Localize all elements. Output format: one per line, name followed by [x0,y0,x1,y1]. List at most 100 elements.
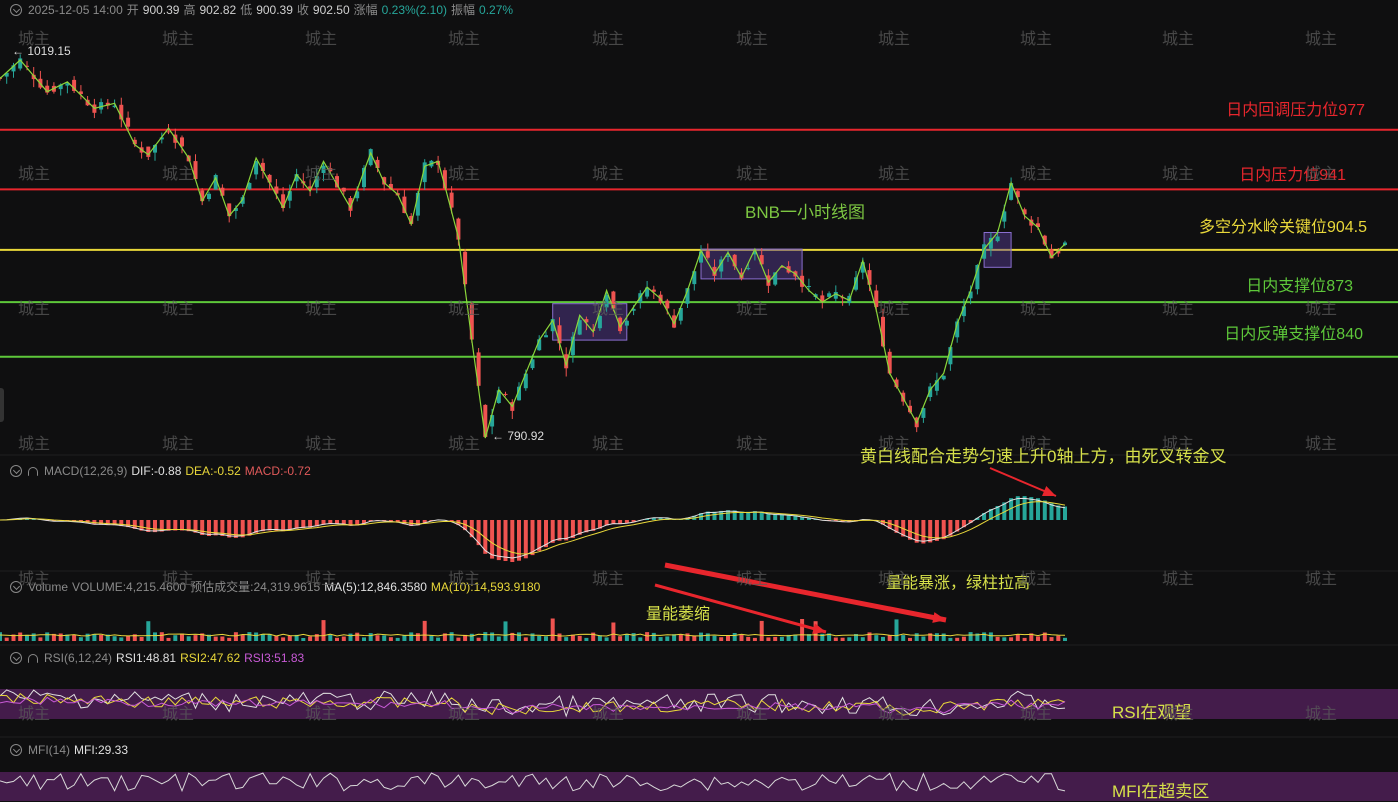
watermark: 城主 [18,25,50,49]
volume-bar [355,633,359,641]
watermark: 城主 [18,295,50,319]
watermark: 城主 [448,160,480,184]
candle-body [504,394,508,395]
macd-bar [915,520,919,543]
watermark: 城主 [736,700,768,724]
volume-bar [45,632,49,641]
macd-bar [517,520,521,561]
watermark: 城主 [736,160,768,184]
macd-bar [180,520,184,531]
volume-bar [969,632,973,641]
volume-bar [416,633,420,641]
volume-bar [376,635,380,641]
volume-bar [146,621,150,641]
volume-bar [429,635,433,641]
volume-bar [5,638,9,641]
volume-bar [888,635,892,641]
macd-bar [268,520,272,531]
watermark: 城主 [1162,160,1194,184]
macd-bar [1043,501,1047,521]
volume-bar [153,632,157,641]
watermark: 城主 [1020,700,1052,724]
watermark: 城主 [592,160,624,184]
watermark: 城主 [592,565,624,589]
watermark: 城主 [1162,565,1194,589]
volume-bar [456,638,460,641]
rsi-toggle-icon[interactable] [10,652,22,664]
watermark: 城主 [1305,700,1337,724]
macd-header: MACD(12,26,9) DIF:-0.88 DEA:-0.52 MACD:-… [10,464,311,478]
volume-bar [611,623,615,642]
volume-bar [679,634,683,641]
side-collapse-handle[interactable] [0,388,4,422]
volume-bar [1063,638,1067,641]
volume-bar [780,637,784,641]
volume-bar [935,633,939,641]
macd-bar [551,520,555,543]
volume-note-left: 量能萎缩 [646,600,710,624]
volume-bar [706,633,710,641]
header-amp: 0.27% [479,3,513,17]
volume-bar [38,637,42,641]
volume-bar [59,634,63,642]
volume-bar [1056,636,1060,641]
volume-bar [477,638,481,641]
bell-icon[interactable] [28,467,38,476]
macd-bar [928,520,932,542]
volume-bar [126,636,130,641]
collapse-toggle-icon[interactable] [10,4,22,16]
volume-bar [921,637,925,642]
watermark: 城主 [1305,295,1337,319]
volume-bar [483,632,487,641]
volume-bar [160,632,164,641]
candle-body [544,335,548,337]
volume-bar [740,635,744,642]
candle-body [167,131,171,132]
volume-bar [861,637,865,641]
volume-bar [234,632,238,641]
volume-bar [167,638,171,641]
level-label-873: 日内支撑位873 [1246,272,1353,296]
watermark: 城主 [592,25,624,49]
candle-body [942,376,946,380]
candle-body [996,237,1000,242]
watermark: 城主 [305,160,337,184]
volume-bar [652,633,656,641]
volume-bar [982,632,986,641]
volume-bar [396,638,400,641]
volume-bar [187,636,191,641]
volume-bar [517,632,521,641]
volume-bar [558,634,562,642]
volume-bar [322,620,326,641]
candle-body [558,325,562,343]
header-change: 0.23%(2.10) [382,3,447,17]
macd-bar [1063,507,1067,521]
macd-bar [1023,496,1027,520]
volume-bar [942,634,946,642]
volume-bar [72,635,76,641]
candle-body [807,286,811,287]
volume-bar [194,635,198,641]
volume-bar [901,635,905,641]
volume-bar [382,635,386,641]
volume-bar [537,636,541,641]
volume-bar [868,632,872,641]
volume-bar [1016,634,1020,641]
volume-bar [753,638,757,641]
macd-bar [524,520,528,558]
watermark: 城主 [162,565,194,589]
mfi-toggle-icon[interactable] [10,744,22,756]
volume-bar [962,637,966,641]
watermark: 城主 [736,25,768,49]
volume-bar [766,637,770,641]
macd-toggle-icon[interactable] [10,465,22,477]
macd-bar [490,520,494,559]
watermark: 城主 [1162,700,1194,724]
bell-icon[interactable] [28,654,38,663]
watermark: 城主 [448,25,480,49]
volume-bar [247,632,251,641]
volume-bar [369,633,373,641]
chart-title: BNB一小时线图 [745,198,865,223]
macd-bar [1029,497,1033,520]
volume-bar [874,635,878,641]
